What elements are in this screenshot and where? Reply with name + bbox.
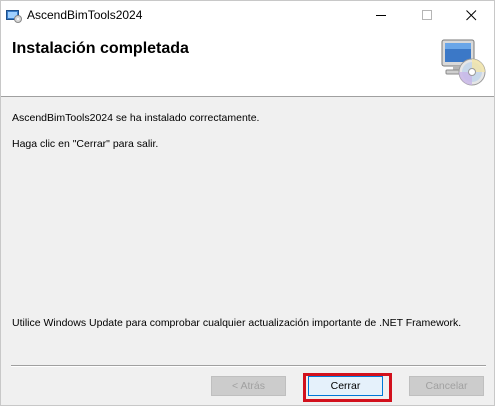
computer-cd-icon [438,38,488,86]
maximize-icon [422,10,433,21]
maximize-button[interactable] [405,1,450,30]
installer-window: AscendBimTools2024 Instalación completad… [0,0,495,406]
content-area: AscendBimTools2024 se ha instalado corre… [1,97,494,365]
footer-separator [11,365,486,367]
installed-message: AscendBimTools2024 se ha instalado corre… [12,112,260,124]
window-title: AscendBimTools2024 [27,8,143,22]
windows-update-message: Utilice Windows Update para comprobar cu… [12,317,462,329]
title-bar[interactable]: AscendBimTools2024 [1,1,494,30]
header-banner: Instalación completada [1,30,494,97]
close-button[interactable]: Cerrar [308,376,383,396]
minimize-icon [376,10,387,21]
close-icon [466,10,477,21]
cancel-button[interactable]: Cancelar [409,376,484,396]
minimize-button[interactable] [359,1,404,30]
page-title: Instalación completada [12,40,189,57]
app-icon [6,9,22,23]
window-close-button[interactable] [449,1,494,30]
exit-hint-message: Haga clic en "Cerrar" para salir. [12,138,159,150]
back-button[interactable]: < Atrás [211,376,286,396]
